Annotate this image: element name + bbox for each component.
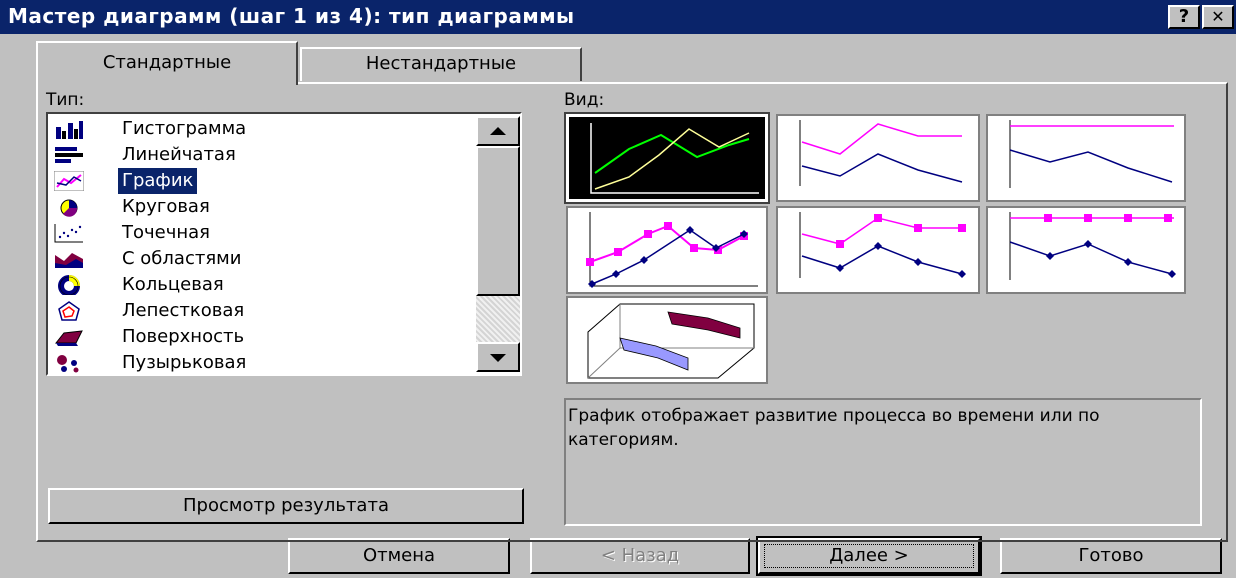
list-item-label: Точечная — [122, 222, 210, 243]
list-item[interactable]: Лепестковая — [50, 298, 474, 324]
surface-chart-icon — [54, 330, 83, 346]
list-scrollbar[interactable] — [476, 116, 520, 372]
line-markers-preview-icon — [586, 212, 758, 288]
doughnut-chart-icon — [58, 275, 80, 295]
next-button[interactable]: Далее > — [756, 536, 982, 576]
arrow-up-icon — [490, 127, 506, 135]
chart-wizard-dialog: Мастер диаграмм (шаг 1 из 4): тип диагра… — [0, 0, 1236, 578]
column-chart-icon — [56, 121, 83, 139]
bubble-chart-icon — [57, 355, 79, 373]
list-item[interactable]: Круговая — [50, 194, 474, 220]
list-item[interactable]: Гистограмма — [50, 116, 474, 142]
subtype-line-colored[interactable] — [564, 112, 770, 204]
scroll-down-button[interactable] — [476, 342, 520, 372]
list-item[interactable]: Пузырьковая — [50, 350, 474, 376]
arrow-down-icon — [490, 354, 506, 362]
subtype-stacked-line[interactable] — [776, 114, 980, 202]
list-item-label: Поверхность — [122, 326, 245, 347]
subtype-label: Вид: — [564, 90, 605, 110]
percent-line-preview-icon — [1009, 120, 1174, 188]
help-button[interactable]: ? — [1168, 5, 1200, 29]
area-chart-icon — [55, 253, 83, 268]
subtype-stacked-line-markers[interactable] — [776, 206, 980, 294]
scroll-thumb[interactable] — [476, 146, 520, 296]
stacked-line-preview-icon — [799, 120, 963, 186]
list-item[interactable]: С областями — [50, 246, 474, 272]
window-title: Мастер диаграмм (шаг 1 из 4): тип диагра… — [8, 4, 575, 28]
subtype-100-stacked-line[interactable] — [986, 114, 1186, 202]
list-item-label: Круговая — [122, 196, 210, 217]
list-item[interactable]: График — [50, 168, 474, 194]
cancel-button[interactable]: Отмена — [288, 538, 510, 574]
list-item[interactable]: Линейчатая — [50, 142, 474, 168]
line-chart-icon — [54, 171, 84, 191]
tab-standard[interactable]: Стандартные — [36, 41, 298, 85]
back-button[interactable]: < Назад — [530, 538, 750, 574]
finish-button[interactable]: Готово — [1000, 538, 1222, 574]
tab-custom[interactable]: Нестандартные — [300, 47, 582, 81]
list-item-label: Гистограмма — [122, 118, 247, 139]
radar-chart-icon — [58, 301, 80, 321]
chart-type-listbox[interactable]: Гистограмма Линейчатая График Круговая Т… — [46, 112, 522, 376]
list-item[interactable]: Точечная — [50, 220, 474, 246]
chart-description: График отображает развитие процесса во в… — [564, 398, 1202, 526]
list-item-label: Кольцевая — [122, 274, 224, 295]
line-preview-icon — [590, 123, 759, 194]
list-item-label: Лепестковая — [122, 300, 245, 321]
pie-chart-icon — [60, 199, 78, 217]
close-icon: ✕ — [1211, 7, 1225, 26]
list-item[interactable]: Поверхность — [50, 324, 474, 350]
close-button[interactable]: ✕ — [1202, 5, 1234, 29]
title-bar[interactable]: Мастер диаграмм (шаг 1 из 4): тип диагра… — [0, 0, 1236, 34]
scatter-chart-icon — [54, 224, 83, 243]
list-item-label: Пузырьковая — [122, 352, 247, 373]
percent-line-markers-preview-icon — [1009, 212, 1176, 280]
preview-result-button[interactable]: Просмотр результата — [48, 488, 524, 524]
stacked-line-markers-preview-icon — [799, 212, 966, 278]
subtype-3d-line[interactable] — [566, 296, 768, 384]
scroll-up-button[interactable] — [476, 116, 520, 146]
subtype-100-stacked-line-markers[interactable] — [986, 206, 1186, 294]
bar-chart-icon — [55, 147, 83, 163]
chart-type-label: Тип: — [46, 90, 85, 110]
list-item-label: График — [118, 168, 198, 194]
subtype-line-markers[interactable] — [566, 206, 768, 294]
list-item-label: Линейчатая — [122, 144, 236, 165]
3d-line-preview-icon — [587, 303, 755, 379]
focus-rect — [764, 544, 974, 568]
list-item[interactable]: Кольцевая — [50, 272, 474, 298]
list-item-label: С областями — [122, 248, 242, 269]
